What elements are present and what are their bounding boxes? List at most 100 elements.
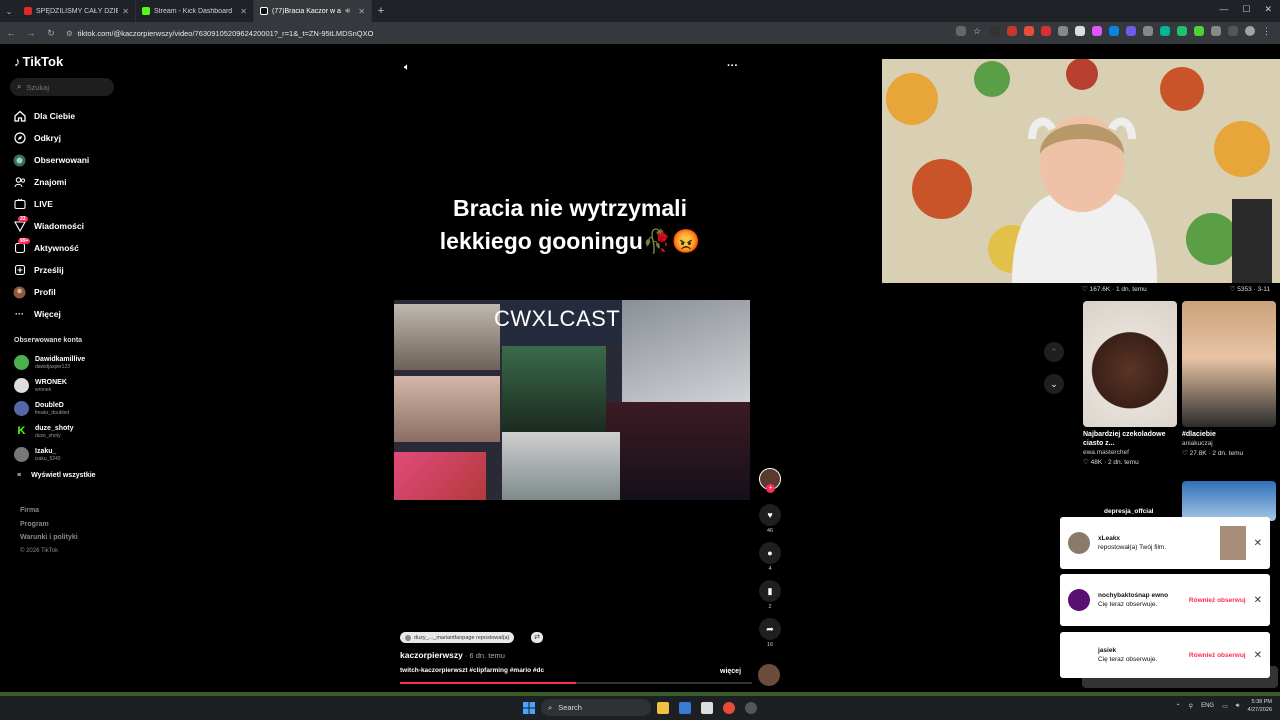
extension-icon[interactable] (1007, 26, 1017, 36)
next-video-button[interactable]: ⌄ (1044, 374, 1064, 394)
close-tab-icon[interactable]: ✕ (122, 7, 129, 16)
volume-icon[interactable]: 🔊︎ (1236, 703, 1240, 710)
more-options-icon[interactable]: ··· (727, 60, 738, 72)
close-window-icon[interactable]: ✕ (1264, 4, 1272, 15)
video-frame[interactable]: CWXLCAST (394, 300, 750, 500)
video-card[interactable]: Najbardziej czekoladowe ciasto z... ewa.… (1083, 430, 1181, 468)
extension-icon[interactable] (1041, 26, 1051, 36)
star-icon[interactable]: ☆ (973, 26, 983, 36)
follow-back-button[interactable]: Również obserwuj (1189, 597, 1246, 604)
browser-tab[interactable]: Stream - Kick Dashboard ✕ (136, 0, 254, 22)
extension-icon[interactable] (1177, 26, 1187, 36)
app-icon[interactable] (701, 702, 713, 714)
footer-link[interactable]: Warunki i polityki (20, 531, 78, 545)
close-tab-icon[interactable]: ✕ (240, 7, 247, 16)
sidebar-item-messages[interactable]: 33 Wiadomości (13, 215, 89, 237)
like-button[interactable]: ♥ (759, 504, 781, 526)
sidebar-item-more[interactable]: ··· Więcej (13, 303, 89, 325)
new-tab-button[interactable]: + (372, 5, 390, 17)
sidebar-item-friends[interactable]: Znajomi (13, 171, 89, 193)
chrome-icon[interactable] (723, 702, 735, 714)
extension-icon[interactable] (1109, 26, 1119, 36)
sidebar-item-following[interactable]: Obserwowani (13, 149, 89, 171)
extension-icon[interactable] (1092, 26, 1102, 36)
sidebar-item-live[interactable]: LIVE (13, 193, 89, 215)
clock[interactable]: 5:38 PM 4/27/2026 (1248, 698, 1272, 714)
following-account[interactable]: Izaku_ izaku_5240 (14, 443, 85, 466)
pin-icon[interactable]: ⚲ (1189, 703, 1193, 710)
comment-button[interactable]: ● (759, 542, 781, 564)
close-tab-icon[interactable]: ✕ (358, 7, 365, 16)
following-account[interactable]: DoubleD freakz_doubled (14, 397, 85, 420)
follow-back-button[interactable]: Również obserwuj (1189, 652, 1246, 659)
extension-icon[interactable] (1194, 26, 1204, 36)
obs-icon[interactable] (745, 702, 757, 714)
extension-icon[interactable] (990, 26, 1000, 36)
tab-search-icon[interactable]: ⌄ (0, 7, 18, 16)
store-icon[interactable] (679, 702, 691, 714)
notification-toast[interactable]: jasiek Cię teraz obserwuje. Również obse… (1060, 632, 1270, 678)
footer-link[interactable]: Program (20, 518, 78, 532)
video-thumbnail[interactable] (1182, 481, 1276, 521)
following-account[interactable]: Dawidkamillive dawidjasper123 (14, 351, 85, 374)
following-account[interactable]: K duze_shoty duze_shoty (14, 420, 85, 443)
sidebar-item-explore[interactable]: Odkryj (13, 127, 89, 149)
extension-icon[interactable] (1160, 26, 1170, 36)
more-link[interactable]: więcej (720, 668, 741, 675)
close-icon[interactable]: ✕ (1254, 595, 1262, 606)
extension-icon[interactable] (1024, 26, 1034, 36)
repost-icon[interactable]: ⇄ (531, 632, 543, 643)
search-bar[interactable]: ⌕ (10, 78, 114, 96)
site-info-icon[interactable]: ⚙ (66, 29, 73, 38)
notification-toast[interactable]: xLeakx repostował(a) Twój film. ✕ (1060, 517, 1270, 569)
video-card[interactable]: #dlaciebie aniakuczaj ♡ 27.8K · 2 dn. te… (1182, 430, 1280, 459)
browser-tab-active[interactable]: (77)Bracia Kaczor w akcji !! 🔊︎ ✕ (254, 0, 372, 22)
video-thumbnail[interactable] (1182, 301, 1276, 427)
profile-avatar-icon[interactable] (1245, 26, 1255, 36)
sidebar-item-profile[interactable]: Profil (13, 281, 89, 303)
sidebar-item-for-you[interactable]: Dla Ciebie (13, 105, 89, 127)
forward-icon[interactable]: → (26, 28, 36, 38)
menu-icon[interactable]: ⋮ (1262, 26, 1272, 36)
video-progress-bar[interactable] (400, 682, 752, 684)
speaker-icon[interactable]: 🔈︎ (404, 62, 410, 73)
extension-icon[interactable] (1058, 26, 1068, 36)
shield-icon[interactable] (1075, 26, 1085, 36)
music-disc-avatar[interactable] (758, 664, 780, 686)
save-button[interactable]: ▮ (759, 580, 781, 602)
taskbar-search[interactable]: ⌕ Search (541, 699, 651, 716)
sidebar-icon[interactable] (1228, 26, 1238, 36)
extension-icon[interactable] (1126, 26, 1136, 36)
sidebar-item-activity[interactable]: 99+ Aktywność (13, 237, 89, 259)
speaker-icon[interactable]: 🔊︎ (345, 6, 350, 16)
translate-icon[interactable] (956, 26, 966, 36)
close-icon[interactable]: ✕ (1254, 538, 1262, 549)
extension-icon[interactable] (1143, 26, 1153, 36)
repost-pill[interactable]: duzy_..._mariantfanpage repostował(a) (400, 632, 515, 643)
network-icon[interactable]: ▭ (1222, 703, 1228, 710)
language-indicator[interactable]: ENG (1201, 703, 1214, 709)
notification-toast[interactable]: nochybaktośnap ewno Cię teraz obserwuje.… (1060, 574, 1270, 626)
author-avatar[interactable]: + (759, 468, 781, 493)
share-button[interactable]: ➦ (759, 618, 781, 640)
file-explorer-icon[interactable] (657, 702, 669, 714)
maximize-icon[interactable]: ☐ (1242, 4, 1250, 15)
puzzle-icon[interactable] (1211, 26, 1221, 36)
previous-video-button[interactable]: ⌃ (1044, 342, 1064, 362)
url-field[interactable]: ⚙ tiktok.com/@kaczorpierwszy/video/76309… (66, 29, 373, 38)
windows-start-icon[interactable] (523, 702, 535, 714)
follow-plus-icon[interactable]: + (766, 484, 775, 493)
video-thumbnail[interactable] (1083, 301, 1177, 427)
minimize-icon[interactable]: — (1219, 4, 1228, 15)
browser-tab[interactable]: SPĘDZILIŚMY CAŁY DZIEŃ W I ✕ (18, 0, 136, 22)
show-all-button[interactable]: ≡ Wyświetl wszystkie (17, 472, 96, 479)
footer-link[interactable]: Firma (20, 504, 78, 518)
search-input[interactable] (26, 82, 107, 92)
close-icon[interactable]: ✕ (1254, 650, 1262, 661)
chevron-up-icon[interactable]: ⌃ (1176, 703, 1181, 710)
sidebar-item-upload[interactable]: Prześlij (13, 259, 89, 281)
following-account[interactable]: WRONEK wronek (14, 374, 85, 397)
tiktok-logo[interactable]: ♪ TikTok (14, 54, 63, 69)
video-author[interactable]: kaczorpierwszy · 6 dn. temu (400, 650, 505, 660)
back-icon[interactable]: ← (6, 28, 16, 38)
